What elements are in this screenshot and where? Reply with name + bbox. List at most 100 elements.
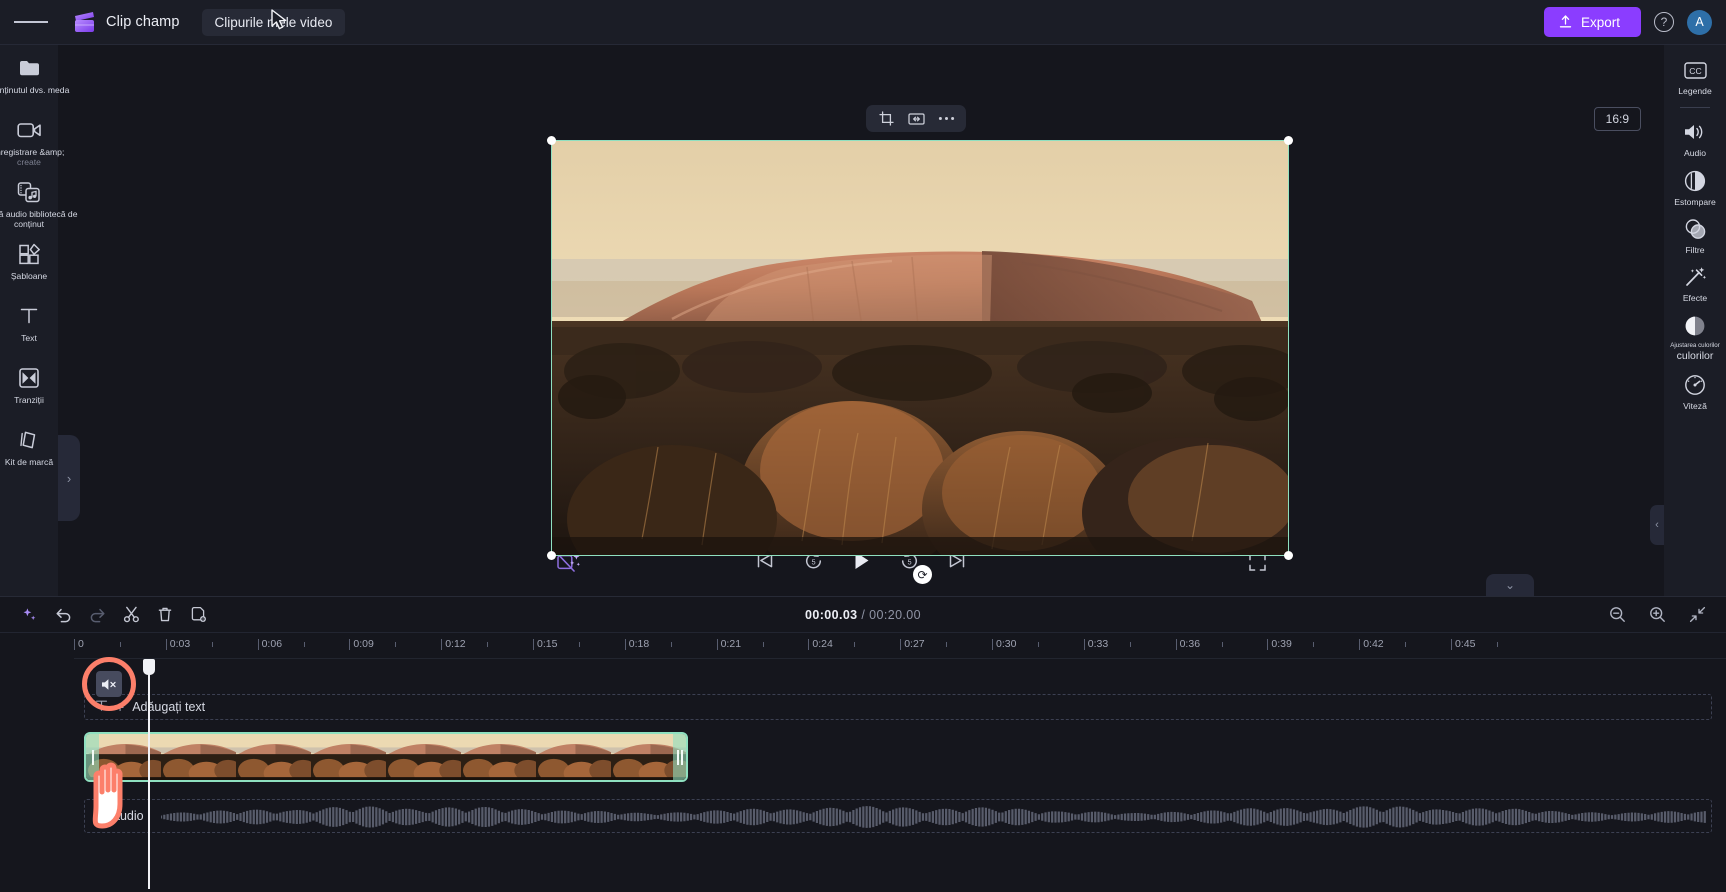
right-sidebar: CC Legende Audio Estompare Filtre Efecte…: [1650, 45, 1726, 596]
ruler-tick-label: 0:27: [904, 638, 925, 650]
sidebar-item-brand-kit[interactable]: Kit de marcă: [0, 427, 58, 483]
rotate-handle-icon[interactable]: ⟳: [913, 565, 932, 584]
property-item-label: Ajustarea culorilor: [1670, 341, 1720, 349]
templates-icon: [16, 241, 42, 267]
svg-text:5: 5: [907, 557, 911, 566]
clipchamp-logo-icon: [72, 11, 97, 33]
ruler-tick-minor: [854, 639, 856, 647]
sidebar-item-label: iotecă audio bibliotecă de conținut: [0, 209, 78, 230]
sidebar-item-record-create[interactable]: Înregistrare &amp; create: [0, 117, 64, 173]
color-adjust-icon: [1682, 313, 1708, 339]
timeline-tool-group: [16, 602, 212, 628]
clip-trim-handle-left[interactable]: [86, 734, 99, 780]
property-item-speed[interactable]: Viteză: [1664, 372, 1726, 411]
playhead-knob[interactable]: [143, 659, 155, 675]
video-clip[interactable]: [84, 732, 688, 782]
text-track-row[interactable]: + Adăugați text: [84, 694, 1712, 720]
sidebar-item-label: Text: [21, 333, 37, 343]
timeline-zoom-controls: [1604, 602, 1710, 628]
resize-handle-bottom-right[interactable]: [1284, 551, 1293, 560]
property-item-captions[interactable]: CC Legende: [1664, 57, 1726, 96]
ruler-tick-label: 0:15: [537, 638, 558, 650]
duplicate-icon[interactable]: [186, 602, 212, 628]
ai-sparkle-icon[interactable]: [16, 602, 42, 628]
ruler-tick-major: 0:21: [716, 638, 741, 650]
preview-area: 16:9 ⟳ 5 5 ⌄: [58, 45, 1664, 596]
property-item-fade[interactable]: Estompare: [1664, 168, 1726, 207]
redo-button[interactable]: [84, 602, 110, 628]
timeline-expand-chevron-icon[interactable]: ⌄: [1486, 574, 1534, 596]
ruler-tick-minor: [1129, 639, 1131, 647]
audio-waveform: [159, 800, 1707, 832]
hamburger-menu-icon[interactable]: [14, 5, 48, 39]
resize-handle-bottom-left[interactable]: [547, 551, 556, 560]
split-scissors-icon[interactable]: [118, 602, 144, 628]
preview-image: [552, 141, 1288, 555]
add-text-plus-icon[interactable]: +: [116, 699, 124, 715]
more-dots-icon[interactable]: [933, 108, 959, 129]
sidebar-divider: [1680, 107, 1710, 109]
property-item-color-adjust[interactable]: Ajustarea culorilor culorilor: [1664, 313, 1726, 363]
video-preview-frame[interactable]: [547, 136, 1293, 560]
fit-timeline-icon[interactable]: [1684, 602, 1710, 628]
speed-gauge-icon: [1682, 372, 1708, 398]
ruler-tick-label: 0:30: [996, 638, 1017, 650]
fade-icon: [1682, 168, 1708, 194]
property-item-effects[interactable]: Efecte: [1664, 264, 1726, 303]
sidebar-item-label: Șabloane: [10, 271, 48, 281]
ruler-tick-major: 0:39: [1267, 638, 1292, 650]
ruler-tick-label: 0:06: [261, 638, 283, 650]
sidebar-item-media[interactable]: Conținutul dvs. meda: [0, 55, 69, 111]
ruler-tick-minor: [303, 639, 305, 647]
audio-clip[interactable]: audio: [84, 799, 1712, 833]
delete-trash-icon[interactable]: [152, 602, 178, 628]
zoom-out-icon[interactable]: [1604, 602, 1630, 628]
ruler-tick-major: 0:03: [165, 638, 190, 650]
clip-thumbnail: [386, 734, 461, 780]
aspect-ratio-badge[interactable]: 16:9: [1593, 107, 1641, 131]
editor-body: Conținutul dvs. meda Înregistrare &amp; …: [0, 45, 1726, 596]
sidebar-item-audio-library[interactable]: iotecă audio bibliotecă de conținut: [0, 179, 78, 235]
right-sidebar-collapse-icon[interactable]: ‹: [1650, 505, 1664, 545]
crop-icon[interactable]: [873, 108, 899, 129]
sidebar-item-label: Înregistrare &amp;: [0, 147, 65, 157]
sidebar-item-label: Tranziții: [14, 395, 44, 405]
avatar[interactable]: A: [1687, 9, 1712, 35]
ruler-tick-label: 0:09: [353, 638, 374, 650]
brand-logo-group[interactable]: Clip champ: [72, 11, 180, 33]
sidebar-item-transitions[interactable]: Tranziții: [0, 365, 58, 421]
sidebar-item-templates[interactable]: Șabloane: [0, 241, 58, 297]
timeline-toolbar: 00:00.03 / 00:20.00: [0, 597, 1726, 633]
ruler-tick-label: 0:39: [1271, 638, 1292, 650]
ruler-tick-minor: [487, 639, 489, 647]
ruler-tick-major: 0:30: [992, 638, 1016, 650]
ruler-tick-minor: [1313, 639, 1315, 647]
mute-speaker-icon[interactable]: [96, 671, 122, 697]
undo-button[interactable]: [50, 602, 76, 628]
timecode-display: 00:00.03 / 00:20.00: [805, 608, 921, 622]
timeline-ruler[interactable]: 0 0:03 0:06 0:09 0:12 0:15 0:18 0:21 0:24 0:27 0:3…: [74, 633, 1726, 659]
ruler-tick-major: 0:18: [624, 638, 649, 650]
export-label: Export: [1580, 14, 1620, 30]
property-item-audio[interactable]: Audio: [1664, 119, 1726, 158]
svg-text:CC: CC: [1689, 66, 1701, 76]
ruler-tick-label: 0:33: [1087, 638, 1109, 650]
property-item-filters[interactable]: Filtre: [1664, 216, 1726, 255]
sidebar-item-text[interactable]: Text: [0, 303, 58, 359]
resize-handle-top-left[interactable]: [547, 136, 556, 145]
media-folder-icon: [16, 55, 42, 81]
export-button[interactable]: Export: [1543, 7, 1641, 37]
property-item-label: Estompare: [1674, 196, 1716, 207]
zoom-in-icon[interactable]: [1644, 602, 1670, 628]
filters-icon: [1682, 216, 1708, 242]
document-tab[interactable]: Clipurile mele video: [201, 8, 346, 36]
fit-resize-icon[interactable]: [903, 108, 929, 129]
preview-float-toolbar: [866, 105, 966, 132]
clip-trim-handle-right[interactable]: [673, 734, 686, 780]
resize-handle-top-right[interactable]: [1284, 136, 1293, 145]
ruler-tick-label: 0:12: [445, 638, 466, 650]
ruler-tick-minor: [1496, 639, 1498, 647]
help-icon[interactable]: ?: [1654, 12, 1674, 32]
sidebar-expand-chevron-icon[interactable]: ›: [58, 435, 80, 521]
ruler-tick-minor: [211, 639, 213, 647]
